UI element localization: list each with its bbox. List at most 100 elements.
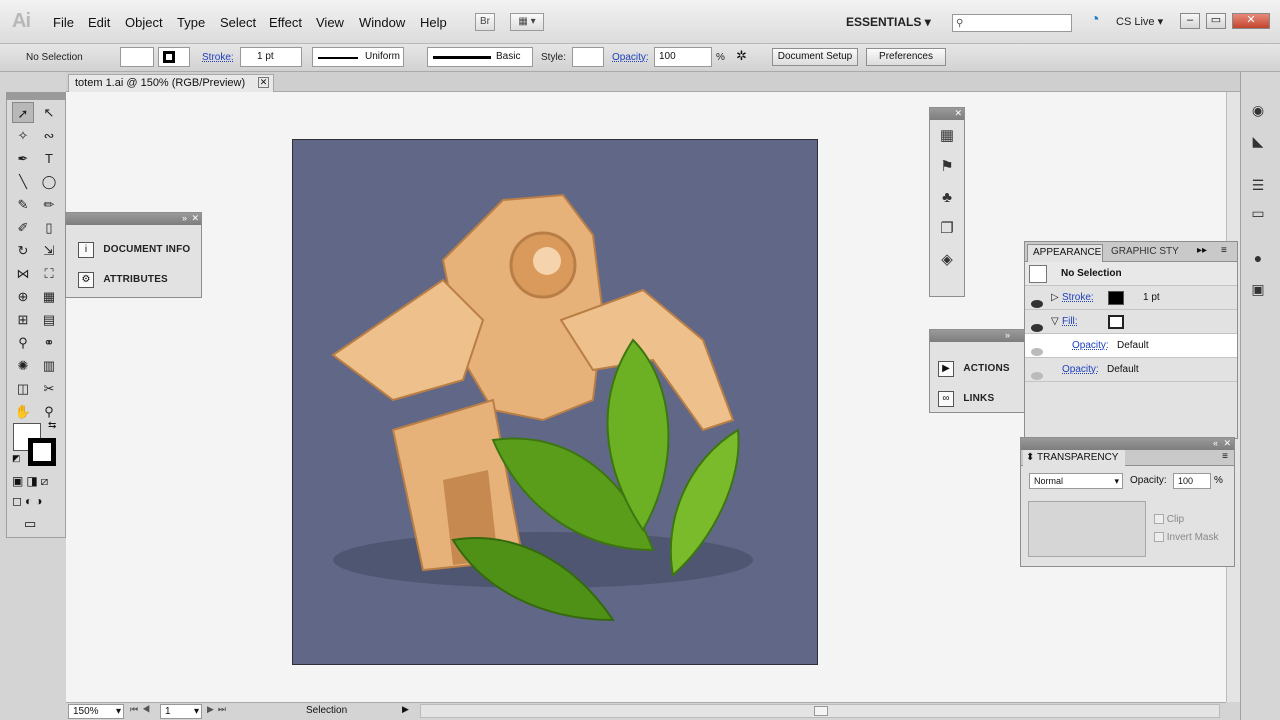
- brushes-panel-icon[interactable]: ⚑: [930, 151, 964, 182]
- collapse-panel-icon[interactable]: »: [182, 213, 187, 223]
- hand-tool-icon[interactable]: ✋: [12, 401, 34, 422]
- menu-window[interactable]: Window: [359, 15, 405, 30]
- clip-checkbox[interactable]: Clip: [1154, 514, 1184, 525]
- symbol-sprayer-tool-icon[interactable]: ✺: [12, 355, 34, 376]
- stroke-color-box[interactable]: [28, 438, 56, 466]
- column-graph-tool-icon[interactable]: ▥: [38, 355, 60, 376]
- arrange-documents-button[interactable]: ▦ ▾: [510, 13, 544, 31]
- free-transform-tool-icon[interactable]: ⛶: [38, 263, 60, 284]
- collapse-panel-icon[interactable]: «: [1213, 438, 1218, 448]
- menu-help[interactable]: Help: [420, 15, 447, 30]
- fill-color-swatch[interactable]: [1108, 315, 1124, 329]
- object-opacity-label[interactable]: Opacity:: [1062, 358, 1099, 382]
- gradient-tool-icon[interactable]: ▤: [38, 309, 60, 330]
- status-menu-arrow-icon[interactable]: ▶: [402, 704, 409, 715]
- slice-tool-icon[interactable]: ✂: [38, 378, 60, 399]
- menu-edit[interactable]: Edit: [88, 15, 110, 30]
- rotate-tool-icon[interactable]: ↻: [12, 240, 34, 261]
- collapse-triangle-icon[interactable]: ▽: [1051, 310, 1059, 334]
- preferences-button[interactable]: Preferences: [866, 48, 946, 66]
- graphic-styles-panel-icon[interactable]: ▣: [1248, 279, 1268, 299]
- stroke-swatch[interactable]: [158, 47, 190, 67]
- appearance-fill-opacity-row[interactable]: Opacity: Default: [1025, 334, 1237, 358]
- document-info-panel-header[interactable]: » ✕: [66, 213, 201, 225]
- direct-selection-tool-icon[interactable]: ↖: [38, 102, 60, 123]
- mesh-tool-icon[interactable]: ⊞: [12, 309, 34, 330]
- blend-mode-select[interactable]: Normal ▾: [1029, 473, 1123, 489]
- graphic-style-picker[interactable]: [572, 47, 604, 67]
- brush-definition[interactable]: Basic: [427, 47, 533, 67]
- scale-tool-icon[interactable]: ⇲: [38, 240, 60, 261]
- tools-panel-header[interactable]: [6, 92, 66, 100]
- paintbrush-tool-icon[interactable]: ✎: [12, 194, 34, 215]
- width-tool-icon[interactable]: ⋈: [12, 263, 34, 284]
- swap-colors-icon[interactable]: ⇆: [48, 420, 56, 431]
- lasso-tool-icon[interactable]: ∾: [38, 125, 60, 146]
- minimize-button[interactable]: –: [1180, 13, 1200, 29]
- color-panel-icon[interactable]: ◉: [1248, 100, 1268, 120]
- eyedropper-tool-icon[interactable]: ⚲: [12, 332, 34, 353]
- appearance-stroke-row[interactable]: ▷ Stroke: 1 pt: [1025, 286, 1237, 310]
- transparency-panel-header[interactable]: « ✕: [1021, 438, 1234, 450]
- pen-tool-icon[interactable]: ✒: [12, 148, 34, 169]
- shape-builder-tool-icon[interactable]: ⊕: [12, 286, 34, 307]
- stroke-panel-icon[interactable]: ☰: [1248, 175, 1268, 195]
- blend-tool-icon[interactable]: ⚭: [38, 332, 60, 353]
- invert-mask-checkbox[interactable]: Invert Mask: [1154, 532, 1218, 543]
- horizontal-scroll-thumb[interactable]: [814, 706, 828, 716]
- close-panel-icon[interactable]: ✕: [1223, 438, 1231, 449]
- artboard[interactable]: [292, 139, 818, 665]
- visibility-eye-icon[interactable]: [1031, 366, 1043, 390]
- gradient-panel-icon[interactable]: ▭: [1248, 203, 1268, 223]
- collapse-panel-icon[interactable]: »: [1005, 330, 1010, 340]
- blob-brush-tool-icon[interactable]: ✐: [12, 217, 34, 238]
- menu-select[interactable]: Select: [220, 15, 256, 30]
- tab-graphic-styles[interactable]: GRAPHIC STY: [1111, 246, 1179, 257]
- swatches-panel-icon[interactable]: ▦: [930, 120, 964, 151]
- stroke-weight-field[interactable]: 1 pt: [240, 47, 302, 67]
- document-info-item[interactable]: i DOCUMENT INFO: [78, 241, 190, 258]
- opacity-field[interactable]: 100: [654, 47, 712, 67]
- screen-mode-icon[interactable]: ▭: [24, 516, 36, 532]
- opacity-label[interactable]: Opacity:: [612, 52, 649, 63]
- pencil-tool-icon[interactable]: ✏: [38, 194, 60, 215]
- draw-mode-icons[interactable]: ◻◐◑: [12, 494, 45, 508]
- expand-triangle-icon[interactable]: ▷: [1051, 286, 1059, 310]
- line-tool-icon[interactable]: ╲: [12, 171, 34, 192]
- document-setup-button[interactable]: Document Setup: [772, 48, 858, 66]
- current-tool-status[interactable]: Selection: [306, 705, 347, 716]
- artboard-number-select[interactable]: 1 ▾: [160, 704, 202, 719]
- zoom-tool-icon[interactable]: ⚲: [38, 401, 60, 422]
- document-tab[interactable]: totem 1.ai @ 150% (RGB/Preview) ✕: [68, 74, 274, 92]
- menu-object[interactable]: Object: [125, 15, 163, 30]
- stroke-attribute-label[interactable]: Stroke:: [1062, 286, 1094, 310]
- layers-panel-icon[interactable]: ◈: [930, 244, 964, 275]
- color-mode-icons[interactable]: ▣◨⧄: [12, 474, 51, 489]
- close-tab-icon[interactable]: ✕: [258, 77, 269, 88]
- panel-menu-icon[interactable]: ≡: [1222, 451, 1228, 462]
- stroke-label[interactable]: Stroke:: [202, 52, 234, 63]
- pages-panel-icon[interactable]: ❐: [930, 213, 964, 244]
- tab-transparency[interactable]: ⬍ TRANSPARENCY: [1023, 450, 1125, 466]
- artboard-tool-icon[interactable]: ◫: [12, 378, 34, 399]
- restore-button[interactable]: ▭: [1206, 13, 1226, 29]
- default-colors-icon[interactable]: ◩: [12, 453, 21, 464]
- transparency-opacity-field[interactable]: 100: [1173, 473, 1211, 489]
- zoom-level-select[interactable]: 150% ▾: [68, 704, 124, 719]
- cs-live-menu[interactable]: CS Live ▾: [1116, 15, 1163, 28]
- fill-opacity-label[interactable]: Opacity:: [1072, 334, 1109, 358]
- actions-item[interactable]: ▶ ACTIONS: [938, 360, 1010, 377]
- eraser-tool-icon[interactable]: ▯: [38, 217, 60, 238]
- fill-swatch[interactable]: [120, 47, 154, 67]
- appearance-panel-icon[interactable]: ●: [1248, 248, 1268, 268]
- menu-type[interactable]: Type: [177, 15, 205, 30]
- menu-file[interactable]: File: [53, 15, 74, 30]
- help-search-input[interactable]: ⚲: [952, 14, 1072, 32]
- artboard-nav-prev-icons[interactable]: ⏮◀: [130, 704, 154, 715]
- type-tool-icon[interactable]: T: [38, 148, 60, 169]
- actions-links-panel-header[interactable]: »: [930, 330, 1024, 342]
- links-item[interactable]: ∞ LINKS: [938, 390, 994, 407]
- menu-view[interactable]: View: [316, 15, 344, 30]
- panel-expand-icon[interactable]: ▸▸: [1197, 245, 1207, 256]
- recolor-artwork-icon[interactable]: ✲: [736, 48, 747, 64]
